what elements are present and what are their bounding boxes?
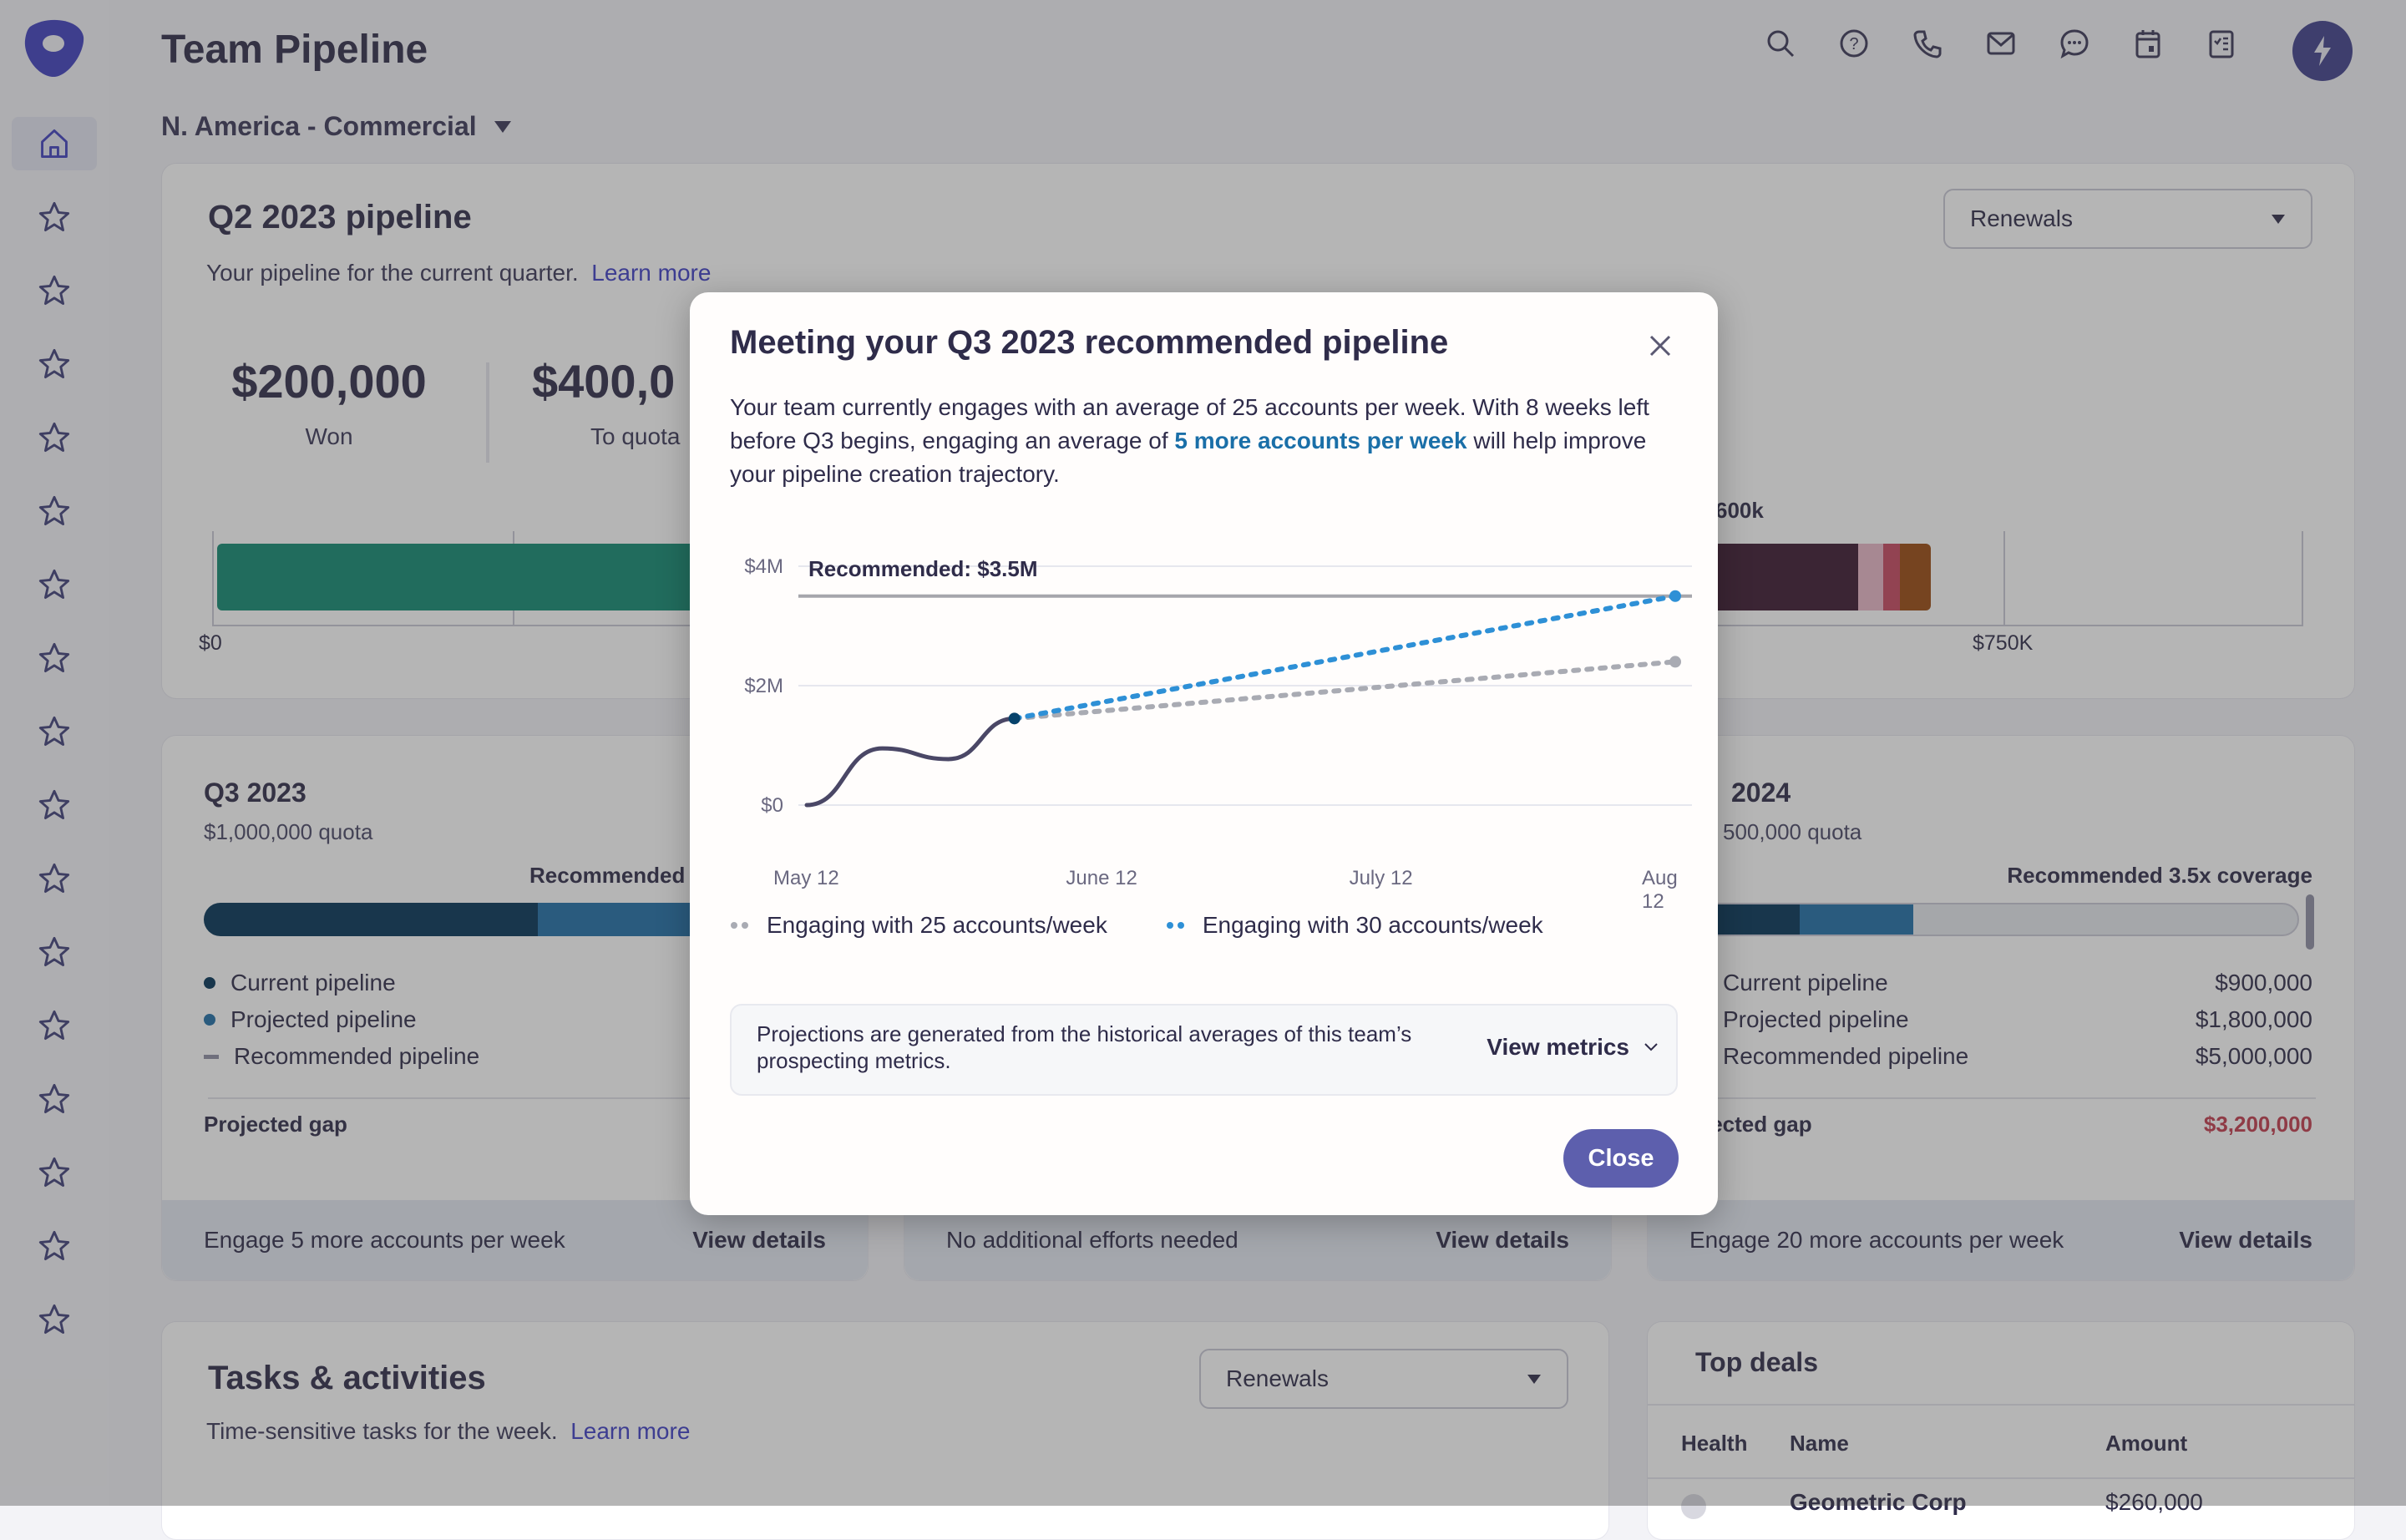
series-end-point — [1669, 590, 1681, 602]
chart-legend: Engaging with 25 accounts/week Engaging … — [730, 912, 1543, 939]
chevron-down-icon — [1644, 1043, 1658, 1051]
modal-description: Your team currently engages with an aver… — [730, 391, 1674, 491]
x-tick-label: July 12 — [1349, 867, 1413, 889]
series-line-actual — [804, 716, 1017, 808]
x-axis-labels: May 12 June 12 July 12 Aug 12 — [723, 867, 1700, 913]
series-end-point — [1669, 656, 1681, 668]
x-tick-label: Aug 12 — [1642, 867, 1678, 913]
projection-info-box: Projections are generated from the histo… — [730, 1004, 1678, 1096]
legend-label: Engaging with 25 accounts/week — [767, 912, 1107, 938]
info-text: Projections are generated from the histo… — [757, 1021, 1412, 1073]
legend-item-25: Engaging with 25 accounts/week — [730, 912, 1107, 939]
close-icon[interactable] — [1642, 327, 1679, 364]
x-tick-label: May 12 — [773, 867, 839, 889]
current-point — [1008, 712, 1021, 725]
series-line-25-accounts — [1011, 659, 1678, 722]
legend-label: Engaging with 30 accounts/week — [1202, 912, 1543, 938]
recommended-pipeline-modal: Meeting your Q3 2023 recommended pipelin… — [690, 292, 1718, 1215]
view-metrics-toggle[interactable]: View metrics — [1487, 1034, 1658, 1061]
y-tick-label: $0 — [761, 794, 783, 817]
pipeline-projection-chart: $0 $2M $4M Recommended: $3.5M — [744, 555, 1692, 817]
y-tick-label: $4M — [744, 555, 783, 578]
close-button[interactable]: Close — [1563, 1129, 1679, 1188]
modal-title: Meeting your Q3 2023 recommended pipelin… — [730, 324, 1449, 361]
dotted-line-icon — [731, 922, 748, 929]
series-line-30-accounts — [1011, 593, 1678, 722]
dotted-line-icon — [1166, 922, 1184, 929]
recommended-label: Recommended: $3.5M — [808, 556, 1038, 581]
legend-item-30: Engaging with 30 accounts/week — [1166, 912, 1543, 939]
x-tick-label: June 12 — [1066, 867, 1137, 889]
description-highlight: 5 more accounts per week — [1174, 428, 1467, 453]
y-tick-label: $2M — [744, 675, 783, 697]
view-metrics-label: View metrics — [1487, 1034, 1629, 1060]
